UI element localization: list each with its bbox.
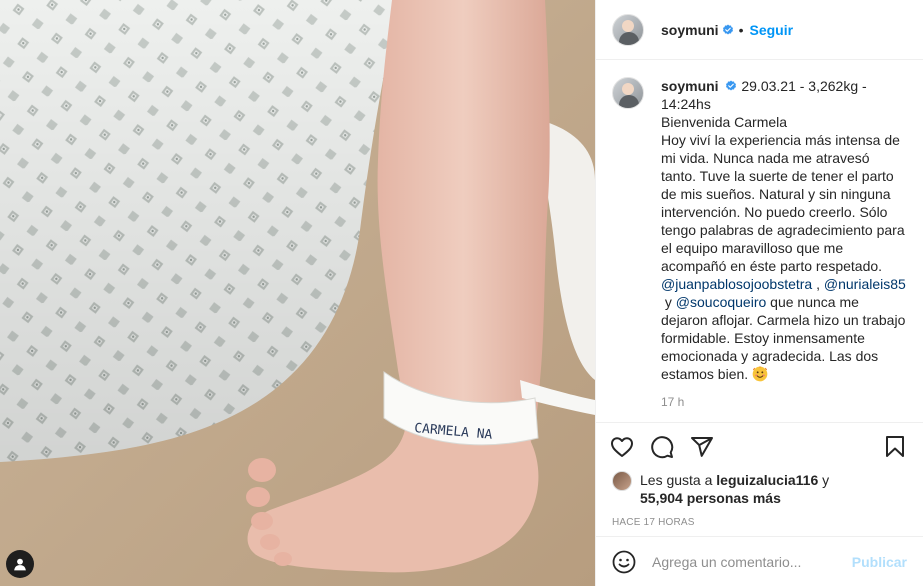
post-timestamp[interactable]: HACE 17 HORAS [612,517,907,528]
post-details-panel: soymuni • Seguir soymuni 29.03.21 - 3,26… [595,0,923,586]
share-icon[interactable] [690,435,714,459]
action-bar [610,423,907,471]
user-tag-button[interactable] [6,550,34,578]
emoji-icon[interactable] [612,550,636,574]
mention-link[interactable]: @juanpablosojoobstetra [661,276,812,292]
mention-separator: , [812,276,820,292]
comment-icon[interactable] [650,435,674,459]
smiling-face-emoji-icon [752,366,768,382]
actions-section: Les gusta a leguizalucia116 y 55,904 per… [596,422,923,528]
author-username[interactable]: soymuni [661,22,719,38]
verified-badge-icon [722,24,733,34]
likes-count[interactable]: 55,904 personas más [640,490,781,506]
bookmark-icon[interactable] [883,435,907,459]
mention-link[interactable]: @nurialeis85 [824,276,906,292]
caption: soymuni 29.03.21 - 3,262kg - 14:24hs Bie… [612,77,907,411]
caption-relative-time[interactable]: 17 h [661,393,907,411]
post-header: soymuni • Seguir [596,0,923,60]
likes-connector: y [818,472,830,488]
author-avatar[interactable] [612,13,644,46]
user-tag-icon [14,558,26,571]
caption-username[interactable]: soymuni [661,78,719,94]
caption-author-avatar[interactable] [612,77,644,109]
caption-line-date: 29.03.21 - 3,262kg - [741,78,867,94]
caption-body: soymuni 29.03.21 - 3,262kg - 14:24hs Bie… [661,77,907,411]
liker-username[interactable]: leguizalucia116 [716,472,818,488]
mention-link[interactable]: @soucoqueiro [676,294,767,310]
caption-line-time: 14:24hs [661,96,711,112]
mention-join: y [661,294,676,310]
add-comment-bar: Publicar [596,536,923,586]
post-photo[interactable]: CARMELA NA [0,0,595,586]
follow-button[interactable]: Seguir [749,22,793,38]
caption-paragraph: Hoy viví la experiencia más intensa de m… [661,132,909,274]
comments-section: soymuni 29.03.21 - 3,262kg - 14:24hs Bie… [596,61,923,422]
verified-badge-icon [726,80,737,91]
likes-summary: Les gusta a leguizalucia116 y 55,904 per… [612,471,907,507]
caption-line-welcome: Bienvenida Carmela [661,114,788,130]
comment-input[interactable] [652,553,844,570]
liker-avatar[interactable] [612,471,632,491]
likes-prefix: Les gusta a [640,472,717,488]
baby-foot-photo: CARMELA NA [0,0,595,586]
heart-icon[interactable] [610,435,634,459]
publish-button[interactable]: Publicar [852,554,907,570]
header-separator: • [738,21,744,38]
